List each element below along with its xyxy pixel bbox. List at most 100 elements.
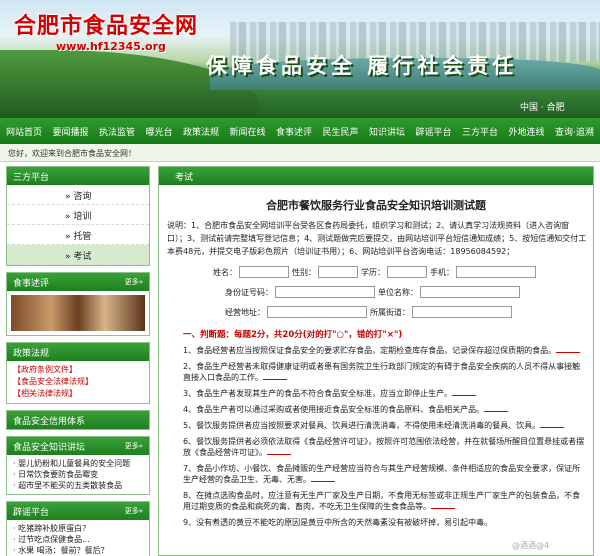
phone-field[interactable] <box>456 266 536 278</box>
watermark: @酒酒@4 <box>512 541 550 550</box>
platform-box: 三方平台 » 咨询 » 培训 » 托管 » 考试 <box>6 166 150 266</box>
education-field[interactable] <box>387 266 427 278</box>
credit-box-title[interactable]: 食品安全信用体系 <box>13 414 85 427</box>
sidebar: 三方平台 » 咨询 » 培训 » 托管 » 考试 食事述评 更多» 政策法规 【… <box>6 166 150 556</box>
question-text: 1、食品经营者应当按照保证食品安全的要求贮存食品，定期检查库存食品，记录保存超过… <box>183 346 557 355</box>
rumor-box: 辟谣平台 更多» · 吃猪蹄补胶原蛋白？ · 过节吃点保健食品... · 水果 … <box>6 501 150 556</box>
sidebar-item-hosting[interactable]: » 托管 <box>7 225 149 245</box>
address-field[interactable] <box>267 306 367 318</box>
question-text: 9、没有煮透的黄豆不能吃的原因是黄豆中所含的天然毒素没有被破坏掉，易引起中毒。 <box>183 518 493 527</box>
list-item[interactable]: · 过节吃点保健食品... <box>13 534 143 545</box>
exam-description: 说明：1、合肥市食品安全网培训平台受各区食药局委托，组织学习和测试；2、请认真学… <box>167 221 587 256</box>
question-item: 4、食品生产者可以通过采购或者使用接近食品安全标准的食品原料、食品相关产品。 <box>159 401 593 417</box>
street-label: 所属街道： <box>370 307 410 317</box>
policy-link[interactable]: 【食品安全法律法规】 <box>13 376 143 388</box>
unit-name-label: 单位名称： <box>378 287 418 297</box>
rumor-list: · 吃猪蹄补胶原蛋白？ · 过节吃点保健食品... · 水果 喝汤：餐前？餐后？ <box>7 520 149 556</box>
list-item[interactable]: · 吃猪蹄补胶原蛋白？ <box>13 523 143 534</box>
nav-item[interactable]: 执法监管 <box>99 125 135 138</box>
lecture-box: 食品安全知识讲坛 更多» · 婴儿奶粉和儿童餐具的安全问题 · 日常饮食要防食品… <box>6 436 150 495</box>
credit-box[interactable]: 食品安全信用体系 <box>6 410 150 430</box>
street-field[interactable] <box>412 306 512 318</box>
question-item: 3、食品生产者发现其生产的食品不符合食品安全标准，应当立即停止生产。 <box>159 385 593 401</box>
more-link[interactable]: 更多» <box>125 277 143 287</box>
review-image[interactable] <box>11 295 145 331</box>
review-box-title: 食事述评 <box>13 278 50 289</box>
banner-location-mark: 中国 · 合肥 <box>520 103 565 113</box>
address-label: 经营地址： <box>225 307 265 317</box>
answer-blank[interactable] <box>540 420 565 428</box>
id-number-field[interactable] <box>275 286 375 298</box>
list-item[interactable]: · 婴儿奶粉和儿童餐具的安全问题 <box>13 458 143 469</box>
rumor-box-header: 辟谣平台 更多» <box>7 502 149 520</box>
nav-item[interactable]: 查询·追溯 <box>555 125 594 138</box>
answer-blank[interactable] <box>452 388 477 396</box>
nav-item[interactable]: 网站首页 <box>6 125 42 138</box>
nav-item[interactable]: 新闻在线 <box>230 125 266 138</box>
section-heading: 一、判断题：每题2分，共20分(对的打"○"，错的打"×") <box>183 330 403 340</box>
review-box: 食事述评 更多» <box>6 272 150 336</box>
gender-label: 性别： <box>292 267 316 277</box>
form-row-address: 经营地址： 所属街道： <box>159 306 593 318</box>
question-item: 2、食品生产经营者未取得健康证明或者患有国务院卫生行政部门规定的有碍于食品安全疾… <box>159 358 593 385</box>
main-nav: 网站首页 要闻播报 执法监管 曝光台 政策法规 新闻在线 食事述评 民生民声 知… <box>0 118 600 144</box>
answer-blank[interactable] <box>311 474 335 482</box>
nav-item[interactable]: 曝光台 <box>146 125 173 138</box>
tab-exam[interactable]: 考试 <box>175 173 193 183</box>
nav-item[interactable]: 政策法规 <box>183 125 219 138</box>
policy-box: 政策法规 【政府条例文件】 【食品安全法律法规】 【相关法律法规】 <box>6 342 150 404</box>
sidebar-item-consult[interactable]: » 咨询 <box>7 185 149 205</box>
form-row-id: 身份证号码： 单位名称： <box>159 286 593 298</box>
more-link[interactable]: 更多» <box>125 506 143 516</box>
question-item: 5、餐饮服务提供者应当按照要求对餐具、饮具进行清洗消毒，不得使用未经清洗消毒的餐… <box>159 417 593 433</box>
rumor-box-title: 辟谣平台 <box>13 507 50 518</box>
exam-panel-header: 考试 <box>159 167 593 185</box>
question-item: 9、没有煮透的黄豆不能吃的原因是黄豆中所含的天然毒素没有被破坏掉，易引起中毒。 <box>159 514 593 530</box>
more-link[interactable]: 更多» <box>125 441 143 451</box>
form-row-basic: 姓名： 性别： 学历： 手机： <box>159 266 593 278</box>
sidebar-item-exam[interactable]: » 考试 <box>7 245 149 265</box>
lecture-box-header: 食品安全知识讲坛 更多» <box>7 437 149 455</box>
site-logo-title[interactable]: 合肥市食品安全网 <box>14 8 198 40</box>
gender-field[interactable] <box>318 266 358 278</box>
nav-item[interactable]: 辟谣平台 <box>416 125 452 138</box>
unit-name-field[interactable] <box>420 286 520 298</box>
nav-item[interactable]: 民生民声 <box>323 125 359 138</box>
question-text: 8、在摊点选购食品时，应注意有无生产厂家及生产日期，不食用无标签或非正规生产厂家… <box>183 491 581 511</box>
exam-panel: 考试 合肥市餐饮服务行业食品安全知识培训测试题 说明：1、合肥市食品安全网培训平… <box>158 166 594 556</box>
answer-blank[interactable] <box>267 447 291 455</box>
lecture-list: · 婴儿奶粉和儿童餐具的安全问题 · 日常饮食要防食品霉变 · 超市里不能买的五… <box>7 455 149 494</box>
answer-blank[interactable] <box>431 501 455 509</box>
nav-item[interactable]: 要闻播报 <box>53 125 89 138</box>
answer-blank[interactable] <box>556 345 581 353</box>
sidebar-item-training[interactable]: » 培训 <box>7 205 149 225</box>
policy-link[interactable]: 【相关法律法规】 <box>13 388 143 400</box>
site-url: www.hf12345.org <box>56 40 166 53</box>
question-text: 7、食品小作坊、小餐饮、食品摊贩的生产经营应当符合与其生产经营规模、条件相适应的… <box>183 464 581 484</box>
question-item: 8、在摊点选购食品时，应注意有无生产厂家及生产日期，不食用无标签或非正规生产厂家… <box>159 487 593 514</box>
credit-box-header[interactable]: 食品安全信用体系 <box>7 411 149 429</box>
exam-title: 合肥市餐饮服务行业食品安全知识培训测试题 <box>266 199 486 212</box>
header-banner: 合肥市食品安全网 www.hf12345.org 保障食品安全 履行社会责任 中… <box>0 0 600 118</box>
nav-item[interactable]: 三方平台 <box>462 125 498 138</box>
answer-blank[interactable] <box>263 372 287 380</box>
welcome-bar: 您好，欢迎来到合肥市食品安全网！ <box>0 144 600 162</box>
platform-box-title: 三方平台 <box>13 172 50 183</box>
question-text: 4、食品生产者可以通过采购或者使用接近食品安全标准的食品原料、食品相关产品。 <box>183 405 485 414</box>
nav-item[interactable]: 知识讲坛 <box>369 125 405 138</box>
question-item: 7、食品小作坊、小餐饮、食品摊贩的生产经营应当符合与其生产经营规模、条件相适应的… <box>159 460 593 487</box>
lecture-box-title: 食品安全知识讲坛 <box>13 442 86 453</box>
nav-item[interactable]: 外地连线 <box>509 125 545 138</box>
list-item[interactable]: · 水果 喝汤：餐前？餐后？ <box>13 545 143 556</box>
list-item[interactable]: · 超市里不能买的五类散装食品 <box>13 480 143 491</box>
question-text: 5、餐饮服务提供者应当按照要求对餐具、饮具进行清洗消毒，不得使用未经清洗消毒的餐… <box>183 421 541 430</box>
nav-item[interactable]: 食事述评 <box>276 125 312 138</box>
name-label: 姓名： <box>213 267 237 277</box>
list-item[interactable]: · 日常饮食要防食品霉变 <box>13 469 143 480</box>
question-text: 6、餐饮服务提供者必须依法取得《食品经营许可证》，按照许可范围依法经营，并在就餐… <box>183 437 585 457</box>
review-box-header: 食事述评 更多» <box>7 273 149 291</box>
answer-blank[interactable] <box>484 404 509 412</box>
name-field[interactable] <box>239 266 289 278</box>
policy-link[interactable]: 【政府条例文件】 <box>13 364 143 376</box>
policy-box-header: 政策法规 <box>7 343 149 361</box>
